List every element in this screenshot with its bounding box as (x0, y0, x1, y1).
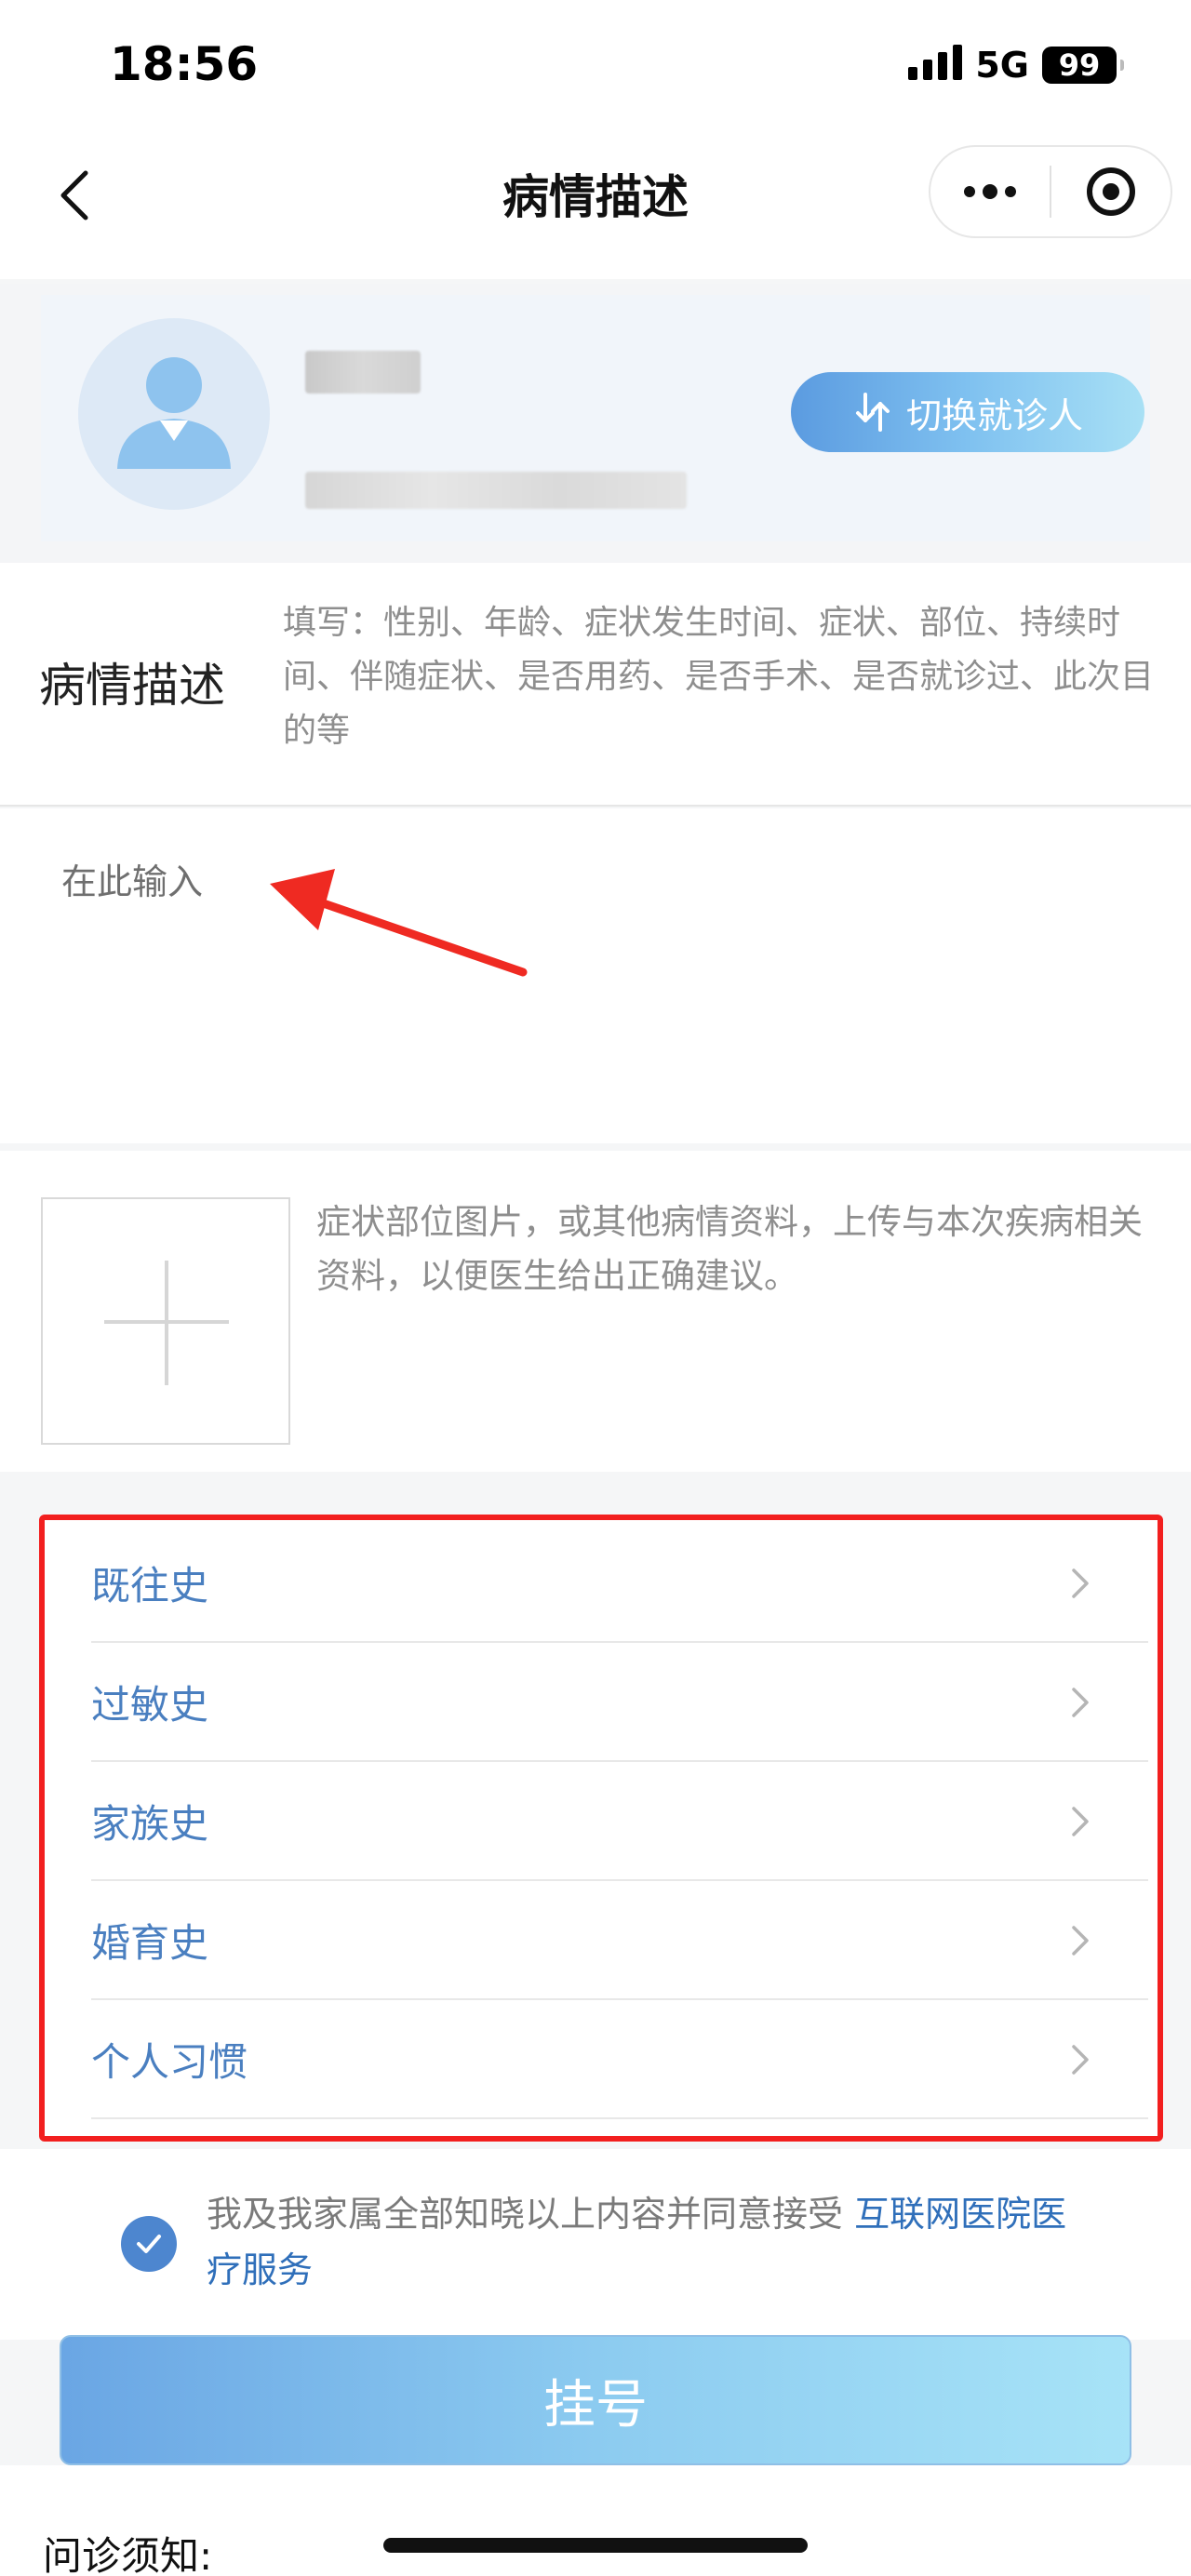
mini-program-capsule (929, 145, 1172, 238)
patient-details-redacted (305, 472, 687, 509)
patient-card: 切换就诊人 (0, 284, 1191, 563)
history-item-label: 婚育史 (91, 1919, 209, 1966)
agreement-area: 我及我家属全部知晓以上内容并同意接受 互联网医院医疗服务 (0, 2149, 1191, 2340)
history-item-habits[interactable]: 个人习惯 (91, 2000, 1148, 2119)
status-indicators: 5G 99 (908, 45, 1124, 86)
description-title: 病情描述 (39, 659, 225, 713)
chevron-right-icon (1072, 1568, 1089, 1598)
description-hint: 填写：性别、年龄、症状发生时间、症状、部位、持续时间、伴随症状、是否用药、是否手… (283, 604, 1155, 750)
history-item-label: 过敏史 (91, 1681, 209, 1728)
patient-name-redacted (305, 351, 421, 394)
history-item-label: 个人习惯 (91, 2038, 248, 2085)
home-indicator[interactable] (383, 2538, 808, 2553)
history-item-allergy[interactable]: 过敏史 (91, 1643, 1148, 1762)
swap-arrows-icon (855, 393, 890, 432)
network-label: 5G (975, 45, 1029, 86)
agreement-text: 我及我家属全部知晓以上内容并同意接受 互联网医院医疗服务 (207, 2186, 1100, 2298)
history-item-label: 既往史 (91, 1562, 209, 1608)
description-input[interactable] (61, 853, 1141, 1114)
target-icon (1087, 167, 1135, 216)
patient-info-panel: 切换就诊人 (41, 295, 1150, 541)
chevron-right-icon (1072, 1688, 1089, 1717)
upload-image-button[interactable] (41, 1197, 290, 1445)
upload-area: 症状部位图片，或其他病情资料，上传与本次疾病相关资料，以便医生给出正确建议。 (0, 1151, 1191, 1472)
chevron-right-icon (1072, 2045, 1089, 2075)
upload-hint: 症状部位图片，或其他病情资料，上传与本次疾病相关资料，以便医生给出正确建议。 (316, 1202, 1143, 1296)
agreement-checkbox[interactable] (121, 2216, 177, 2272)
chevron-right-icon (1072, 1807, 1089, 1836)
switch-patient-button[interactable]: 切换就诊人 (791, 372, 1144, 452)
description-input-area (0, 808, 1191, 1143)
switch-patient-label: 切换就诊人 (905, 394, 1083, 436)
history-item-label: 家族史 (91, 1800, 209, 1847)
user-avatar-icon (117, 357, 231, 469)
battery-icon: 99 (1042, 47, 1124, 84)
more-dots-icon (964, 184, 1016, 199)
consultation-notice-title: 问诊须知: (43, 2533, 213, 2576)
agreement-statement: 我及我家属全部知晓以上内容并同意接受 (207, 2194, 855, 2235)
description-header: 病情描述 填写：性别、年龄、症状发生时间、症状、部位、持续时间、伴随症状、是否用… (0, 563, 1191, 807)
history-item-marriage[interactable]: 婚育史 (91, 1881, 1148, 2000)
history-item-past[interactable]: 既往史 (91, 1524, 1148, 1643)
checkmark-icon (137, 2235, 161, 2253)
status-time: 18:56 (110, 37, 259, 91)
close-button[interactable] (1051, 147, 1171, 236)
signal-icon (908, 45, 963, 84)
chevron-right-icon (1072, 1926, 1089, 1955)
nav-bar: 病情描述 (0, 140, 1191, 279)
avatar (78, 318, 270, 510)
medical-history-list: 既往史 过敏史 家族史 婚育史 个人习惯 (39, 1515, 1163, 2142)
status-bar: 18:56 5G 99 (0, 0, 1191, 140)
register-button[interactable]: 挂号 (60, 2335, 1131, 2465)
more-button[interactable] (930, 147, 1050, 236)
history-item-family[interactable]: 家族史 (91, 1762, 1148, 1881)
